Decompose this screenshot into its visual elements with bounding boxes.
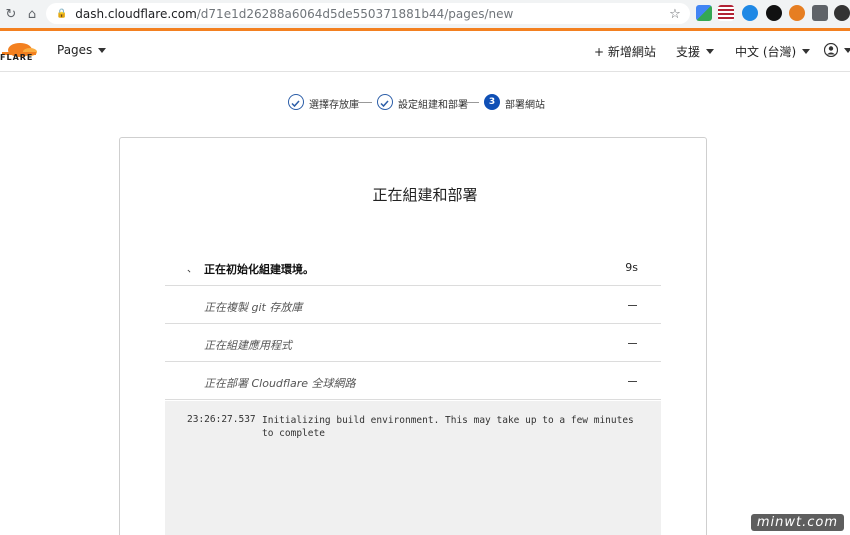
- profile-avatar-icon[interactable]: [834, 5, 850, 21]
- progress-steps: 選擇存放庫 設定組建和部署 3 部署網站: [0, 94, 850, 111]
- page-title: 正在組建和部署: [372, 186, 478, 204]
- watermark: minwt.com: [750, 514, 844, 531]
- pending-dash-icon: [628, 343, 637, 344]
- extension-icon-3[interactable]: [742, 5, 758, 21]
- home-icon[interactable]: ⌂: [21, 3, 43, 25]
- step-label-3: 部署網站: [505, 100, 545, 111]
- chevron-down-icon: [802, 49, 811, 54]
- spinner-icon: 、: [187, 264, 197, 275]
- logo-text: FLARE: [0, 53, 34, 62]
- url-path: /d71e1d26288a6064d5de550371881b44/pages/…: [196, 6, 514, 21]
- pages-menu-label: Pages: [57, 43, 93, 57]
- cloudflare-logo-icon[interactable]: [0, 35, 38, 69]
- pending-dash-icon: [628, 381, 637, 382]
- chevron-down-icon: [98, 47, 107, 53]
- flag-icon[interactable]: [718, 5, 734, 21]
- pending-dash-icon: [628, 305, 637, 306]
- chevron-down-icon: [706, 49, 715, 54]
- support-menu[interactable]: 支援: [676, 43, 715, 60]
- step-label-2: 設定組建和部署: [398, 100, 468, 111]
- reload-icon[interactable]: ↻: [0, 3, 22, 25]
- build-step-label: 正在複製 git 存放庫: [204, 301, 303, 314]
- lock-icon: 🔒: [56, 8, 68, 19]
- build-step-duration: 9s: [625, 261, 638, 274]
- browser-toolbar: ↻ ⌂ 🔒 dash.cloudflare.com/d71e1d26288a60…: [0, 0, 850, 28]
- build-step-row: 正在部署 Cloudflare 全球網路: [165, 362, 661, 400]
- check-icon: [377, 94, 393, 110]
- account-menu[interactable]: [824, 43, 850, 57]
- url-host: dash.cloudflare.com: [75, 6, 197, 21]
- star-icon[interactable]: ☆: [664, 3, 686, 25]
- support-label: 支援: [676, 45, 701, 59]
- pages-menu[interactable]: Pages: [57, 43, 107, 57]
- app-header: FLARE Pages + 新增網站 支援 中文 (台灣): [0, 31, 850, 72]
- language-menu[interactable]: 中文 (台灣): [735, 43, 811, 60]
- build-step-row: 正在組建應用程式: [165, 324, 661, 362]
- extension-icon-1[interactable]: [696, 5, 712, 21]
- step-number-badge: 3: [484, 94, 500, 110]
- puzzle-icon[interactable]: [812, 5, 828, 21]
- extension-icon-4[interactable]: [766, 5, 782, 21]
- add-site-label: + 新增網站: [594, 45, 656, 59]
- user-icon: [824, 43, 838, 57]
- address-bar[interactable]: 🔒 dash.cloudflare.com/d71e1d26288a6064d5…: [46, 3, 690, 24]
- cookie-icon[interactable]: [789, 5, 805, 21]
- build-step-row: 、 正在初始化組建環境。 9s: [165, 248, 661, 286]
- add-site-button[interactable]: + 新增網站: [594, 43, 656, 60]
- language-label: 中文 (台灣): [735, 45, 797, 59]
- step-divider: [465, 102, 479, 103]
- chevron-down-icon: [844, 47, 850, 53]
- build-step-label: 正在初始化組建環境。: [204, 263, 314, 276]
- build-step-row: 正在複製 git 存放庫: [165, 286, 661, 324]
- log-timestamp: 23:26:27.537: [187, 414, 256, 425]
- step-divider: [358, 102, 372, 103]
- step-label-1: 選擇存放庫: [309, 100, 359, 111]
- log-message: Initializing build environment. This may…: [262, 415, 634, 439]
- build-step-label: 正在組建應用程式: [204, 339, 292, 352]
- check-icon: [288, 94, 304, 110]
- build-log[interactable]: 23:26:27.537 Initializing build environm…: [165, 401, 661, 535]
- build-step-label: 正在部署 Cloudflare 全球網路: [204, 377, 356, 390]
